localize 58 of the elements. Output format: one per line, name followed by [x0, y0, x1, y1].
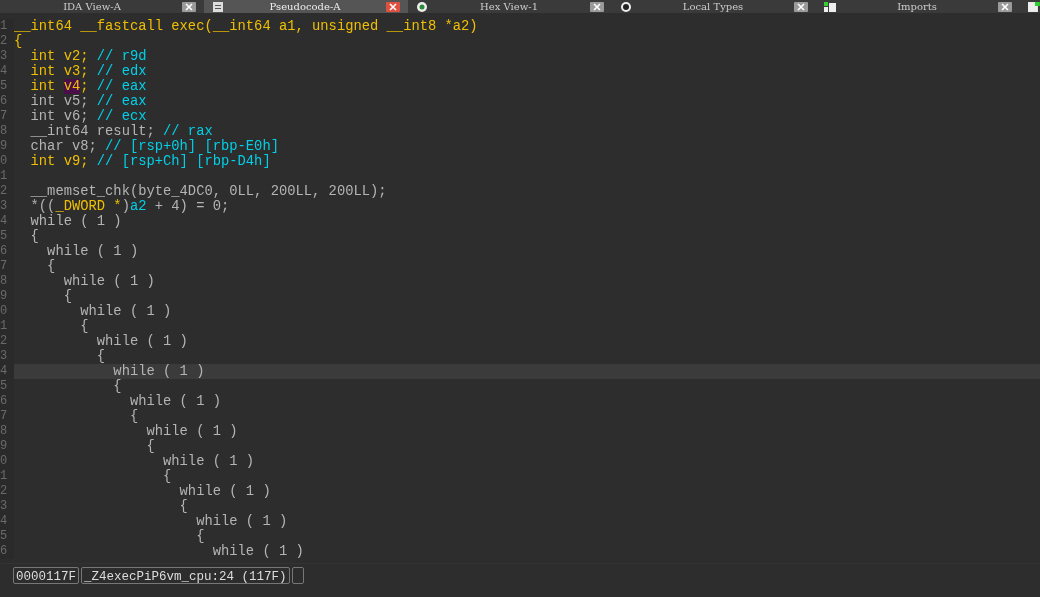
code-line: while ( 1 ) [128, 394, 221, 409]
code-line: while ( 1 ) [211, 544, 304, 559]
tab[interactable]: IDA View-A [0, 0, 204, 13]
code-line: while ( 1 ) [29, 214, 122, 229]
tab[interactable]: Hex View-1 [408, 0, 613, 13]
close-icon[interactable] [998, 1, 1013, 12]
code-line: __memset_chk(byte_4DC0, 0LL, 200LL, 200LL); [29, 184, 387, 199]
code-line: while ( 1 ) [79, 304, 172, 319]
code-line: int v4; // eax [29, 79, 147, 94]
code-line: while ( 1 ) [62, 274, 155, 289]
circle-icon [416, 1, 429, 12]
status-field [291, 567, 304, 584]
code-line: while ( 1 ) [95, 334, 188, 349]
code-line: { [162, 469, 172, 484]
tab-label: IDA View-A [62, 1, 122, 12]
close-icon[interactable] [182, 1, 196, 12]
close-icon[interactable] [386, 1, 401, 12]
code-line: { [62, 289, 72, 304]
code-line: *((_DWORD *)a2 + 4) = 0; [29, 199, 230, 214]
line-number: 4 [0, 364, 14, 379]
code-line: { [112, 379, 122, 394]
code-line: int v2; // r9d [29, 49, 147, 64]
code-line: while ( 1 ) [112, 364, 205, 379]
list-icon[interactable] [1028, 1, 1040, 12]
list-icon [824, 1, 837, 12]
code-line: while ( 1 ) [162, 454, 255, 469]
code-line: while ( 1 ) [178, 484, 271, 499]
tab-label: Imports [896, 1, 938, 12]
code-line: { [46, 259, 56, 274]
code-line: int v3; // edx [29, 64, 147, 79]
tab-label: Pseudocode-A [268, 1, 342, 12]
tab-label: Hex View-1 [479, 1, 539, 12]
tab[interactable]: Imports [816, 0, 1021, 13]
close-icon[interactable] [794, 1, 809, 12]
code-line: while ( 1 ) [145, 424, 238, 439]
tab[interactable]: Local Types [612, 0, 817, 13]
code-line: char v8; // [rsp+0h] [rbp-E0h] [29, 139, 279, 154]
code-line: int v9; // [rsp+Ch] [rbp-D4h] [29, 154, 271, 169]
close-icon[interactable] [590, 1, 605, 12]
document-icon [212, 1, 224, 12]
code-line: __int64 result; // rax [29, 124, 213, 139]
tab[interactable]: Pseudocode-A [204, 0, 409, 13]
code-line: { [178, 499, 188, 514]
address-field: 0000117F [13, 567, 79, 584]
code-line: int v5; // eax [29, 94, 147, 109]
code-line: while ( 1 ) [195, 514, 288, 529]
location-field: _Z4execPiP6vm_cpu:24 (117F) [81, 567, 290, 584]
code-line: __int64 __fastcall exec(__int64 a1, unsigned __int8 *a2) [14, 19, 478, 34]
code-line: { [95, 349, 106, 364]
code-line: { [128, 409, 139, 424]
code-line: { [145, 439, 155, 454]
code-line: { [79, 319, 89, 334]
tab-label: Local Types [681, 1, 745, 12]
code-line: int v6; // ecx [29, 109, 147, 124]
code-line: while ( 1 ) [46, 244, 139, 259]
code-line: { [14, 34, 23, 49]
code-line: { [29, 229, 39, 244]
code-line: { [195, 529, 205, 544]
